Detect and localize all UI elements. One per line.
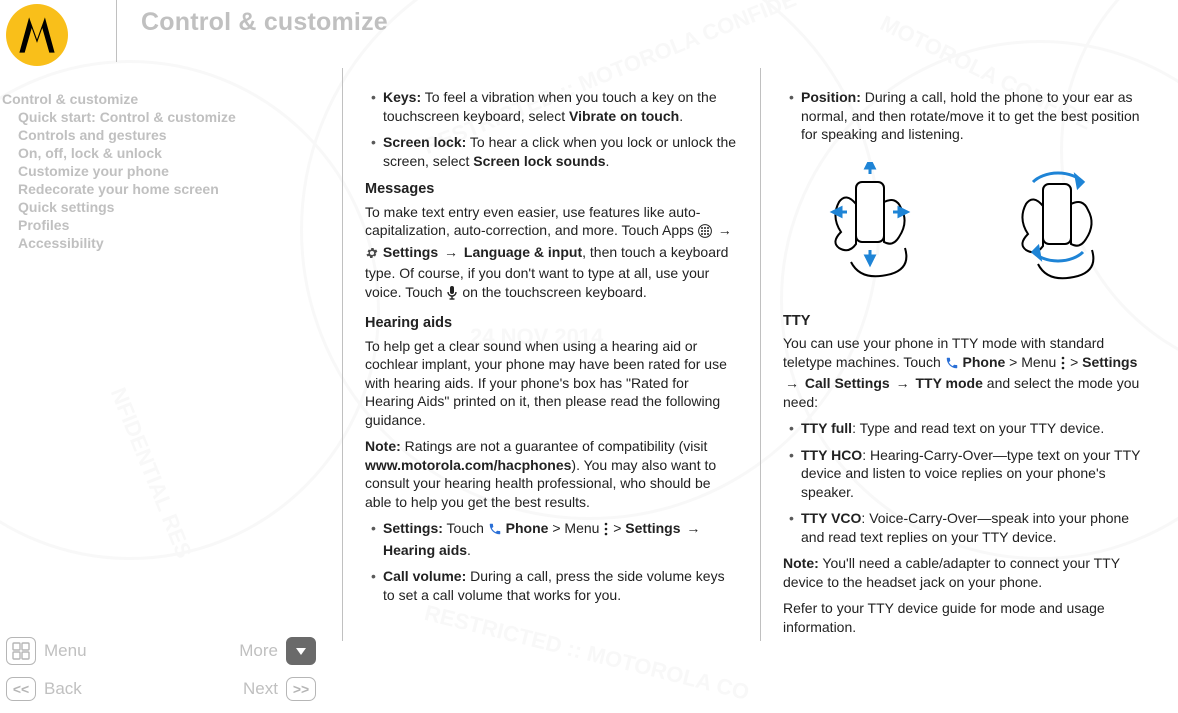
- hearing-aids-paragraph: To help get a clear sound when using a h…: [365, 337, 738, 430]
- back-label: Back: [44, 679, 82, 699]
- tty-refer: Refer to your TTY device guide for mode …: [783, 599, 1156, 636]
- hearing-aids-heading: Hearing aids: [365, 314, 738, 333]
- content-column-left: Keys: To feel a vibration when you touch…: [342, 68, 760, 641]
- apps-icon: [698, 224, 712, 243]
- menu-button[interactable]: Menu: [6, 637, 87, 665]
- page-header: Control & customize: [0, 0, 1178, 68]
- back-button[interactable]: << Back: [6, 677, 82, 701]
- messages-heading: Messages: [365, 180, 738, 199]
- hearing-aids-note: Note: Ratings are not a guarantee of com…: [365, 437, 738, 511]
- chevron-right-icon: >>: [286, 677, 316, 701]
- bullet-screen-lock: Screen lock: To hear a click when you lo…: [365, 133, 738, 170]
- chevron-down-icon: [286, 637, 316, 665]
- bullet-tty-full: TTY full: Type and read text on your TTY…: [783, 419, 1156, 438]
- sidebar-toc: Control & customize Quick start: Control…: [0, 68, 342, 641]
- more-button[interactable]: More: [239, 637, 316, 665]
- bullet-hearing-settings: Settings: Touch Phone > Menu > Settings …: [365, 519, 738, 559]
- more-label: More: [239, 641, 278, 661]
- bullet-call-volume: Call volume: During a call, press the si…: [365, 567, 738, 604]
- arrow-icon: →: [718, 221, 732, 240]
- toc-item[interactable]: Controls and gestures: [18, 126, 332, 144]
- page-title: Control & customize: [141, 8, 1178, 37]
- chevron-left-icon: <<: [6, 677, 36, 701]
- motorola-logo: [6, 4, 68, 66]
- toc-item[interactable]: Quick settings: [18, 198, 332, 216]
- phone-icon: [488, 522, 502, 541]
- content-column-right: Position: During a call, hold the phone …: [760, 68, 1178, 641]
- overflow-menu-icon: [603, 522, 609, 541]
- menu-label: Menu: [44, 641, 87, 661]
- next-button[interactable]: >> Next: [243, 677, 316, 701]
- arrow-icon: →: [785, 374, 799, 393]
- phone-icon: [945, 356, 959, 375]
- arrow-icon: →: [444, 243, 458, 262]
- bullet-tty-hco: TTY HCO: Hearing-Carry-Over—type text on…: [783, 446, 1156, 502]
- arrow-icon: →: [686, 519, 700, 538]
- next-label: Next: [243, 679, 278, 699]
- toc-item[interactable]: Redecorate your home screen: [18, 180, 332, 198]
- hand-slide-illustration: [796, 157, 956, 297]
- bullet-keys: Keys: To feel a vibration when you touch…: [365, 88, 738, 125]
- toc-item[interactable]: Quick start: Control & customize: [18, 108, 332, 126]
- arrow-icon: →: [896, 374, 910, 393]
- navigation-footer: Menu More << Back >> Next: [6, 637, 316, 703]
- toc-item[interactable]: Control & customize: [2, 90, 332, 108]
- overflow-menu-icon: [1060, 356, 1066, 375]
- menu-grid-icon: [6, 637, 36, 665]
- bullet-tty-vco: TTY VCO: Voice-Carry-Over—speak into you…: [783, 509, 1156, 546]
- hand-rotate-illustration: [983, 157, 1143, 297]
- messages-paragraph: To make text entry even easier, use feat…: [365, 203, 738, 305]
- toc-item[interactable]: On, off, lock & unlock: [18, 144, 332, 162]
- toc-item[interactable]: Accessibility: [18, 234, 332, 252]
- mic-icon: [446, 286, 458, 305]
- gear-icon: [365, 246, 379, 265]
- tty-note: Note: You'll need a cable/adapter to con…: [783, 554, 1156, 591]
- toc-item[interactable]: Customize your phone: [18, 162, 332, 180]
- position-illustration: [783, 152, 1156, 302]
- toc-item[interactable]: Profiles: [18, 216, 332, 234]
- tty-paragraph: You can use your phone in TTY mode with …: [783, 334, 1156, 411]
- bullet-position: Position: During a call, hold the phone …: [783, 88, 1156, 144]
- tty-heading: TTY: [783, 312, 1156, 331]
